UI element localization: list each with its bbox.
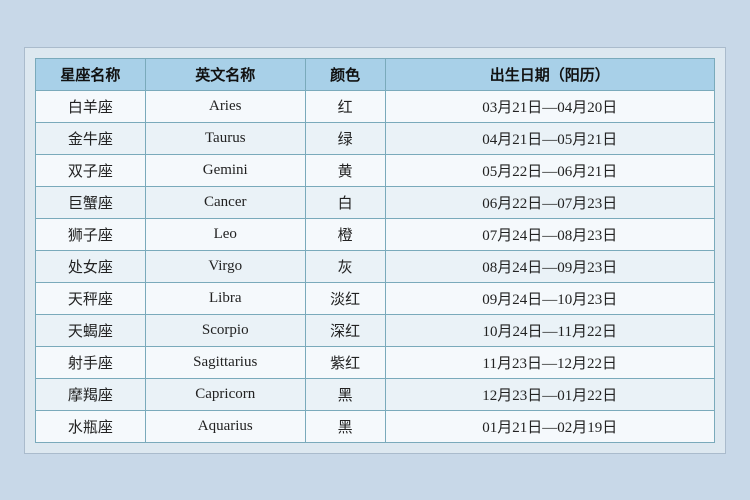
cell-chinese: 天蝎座	[36, 314, 146, 346]
cell-chinese: 天秤座	[36, 282, 146, 314]
table-row: 射手座Sagittarius紫红11月23日—12月22日	[36, 346, 715, 378]
cell-color: 白	[305, 186, 385, 218]
table-row: 水瓶座Aquarius黑01月21日—02月19日	[36, 410, 715, 442]
cell-english: Leo	[145, 218, 305, 250]
cell-english: Sagittarius	[145, 346, 305, 378]
cell-color: 灰	[305, 250, 385, 282]
cell-color: 深红	[305, 314, 385, 346]
cell-english: Aries	[145, 90, 305, 122]
cell-chinese: 水瓶座	[36, 410, 146, 442]
table-row: 摩羯座Capricorn黑12月23日—01月22日	[36, 378, 715, 410]
cell-date: 11月23日—12月22日	[385, 346, 714, 378]
table-row: 天秤座Libra淡红09月24日—10月23日	[36, 282, 715, 314]
cell-chinese: 处女座	[36, 250, 146, 282]
cell-date: 05月22日—06月21日	[385, 154, 714, 186]
cell-chinese: 金牛座	[36, 122, 146, 154]
cell-chinese: 巨蟹座	[36, 186, 146, 218]
table-row: 金牛座Taurus绿04月21日—05月21日	[36, 122, 715, 154]
cell-color: 紫红	[305, 346, 385, 378]
cell-date: 12月23日—01月22日	[385, 378, 714, 410]
header-date: 出生日期（阳历）	[385, 58, 714, 90]
cell-english: Gemini	[145, 154, 305, 186]
cell-date: 08月24日—09月23日	[385, 250, 714, 282]
cell-chinese: 狮子座	[36, 218, 146, 250]
cell-date: 10月24日—11月22日	[385, 314, 714, 346]
cell-date: 01月21日—02月19日	[385, 410, 714, 442]
table-header-row: 星座名称 英文名称 颜色 出生日期（阳历）	[36, 58, 715, 90]
cell-date: 06月22日—07月23日	[385, 186, 714, 218]
cell-english: Taurus	[145, 122, 305, 154]
cell-color: 橙	[305, 218, 385, 250]
header-color: 颜色	[305, 58, 385, 90]
cell-english: Virgo	[145, 250, 305, 282]
cell-english: Libra	[145, 282, 305, 314]
cell-english: Scorpio	[145, 314, 305, 346]
cell-english: Aquarius	[145, 410, 305, 442]
table-row: 处女座Virgo灰08月24日—09月23日	[36, 250, 715, 282]
table-row: 巨蟹座Cancer白06月22日—07月23日	[36, 186, 715, 218]
cell-color: 黄	[305, 154, 385, 186]
cell-color: 红	[305, 90, 385, 122]
cell-chinese: 摩羯座	[36, 378, 146, 410]
cell-color: 黑	[305, 410, 385, 442]
cell-english: Capricorn	[145, 378, 305, 410]
table-row: 狮子座Leo橙07月24日—08月23日	[36, 218, 715, 250]
header-english: 英文名称	[145, 58, 305, 90]
cell-english: Cancer	[145, 186, 305, 218]
cell-color: 淡红	[305, 282, 385, 314]
cell-date: 07月24日—08月23日	[385, 218, 714, 250]
header-chinese: 星座名称	[36, 58, 146, 90]
cell-date: 03月21日—04月20日	[385, 90, 714, 122]
table-row: 天蝎座Scorpio深红10月24日—11月22日	[36, 314, 715, 346]
cell-chinese: 射手座	[36, 346, 146, 378]
cell-date: 09月24日—10月23日	[385, 282, 714, 314]
cell-color: 黑	[305, 378, 385, 410]
cell-chinese: 白羊座	[36, 90, 146, 122]
zodiac-table: 星座名称 英文名称 颜色 出生日期（阳历） 白羊座Aries红03月21日—04…	[35, 58, 715, 443]
table-row: 白羊座Aries红03月21日—04月20日	[36, 90, 715, 122]
table-row: 双子座Gemini黄05月22日—06月21日	[36, 154, 715, 186]
cell-date: 04月21日—05月21日	[385, 122, 714, 154]
cell-color: 绿	[305, 122, 385, 154]
zodiac-table-container: 星座名称 英文名称 颜色 出生日期（阳历） 白羊座Aries红03月21日—04…	[24, 47, 726, 454]
cell-chinese: 双子座	[36, 154, 146, 186]
